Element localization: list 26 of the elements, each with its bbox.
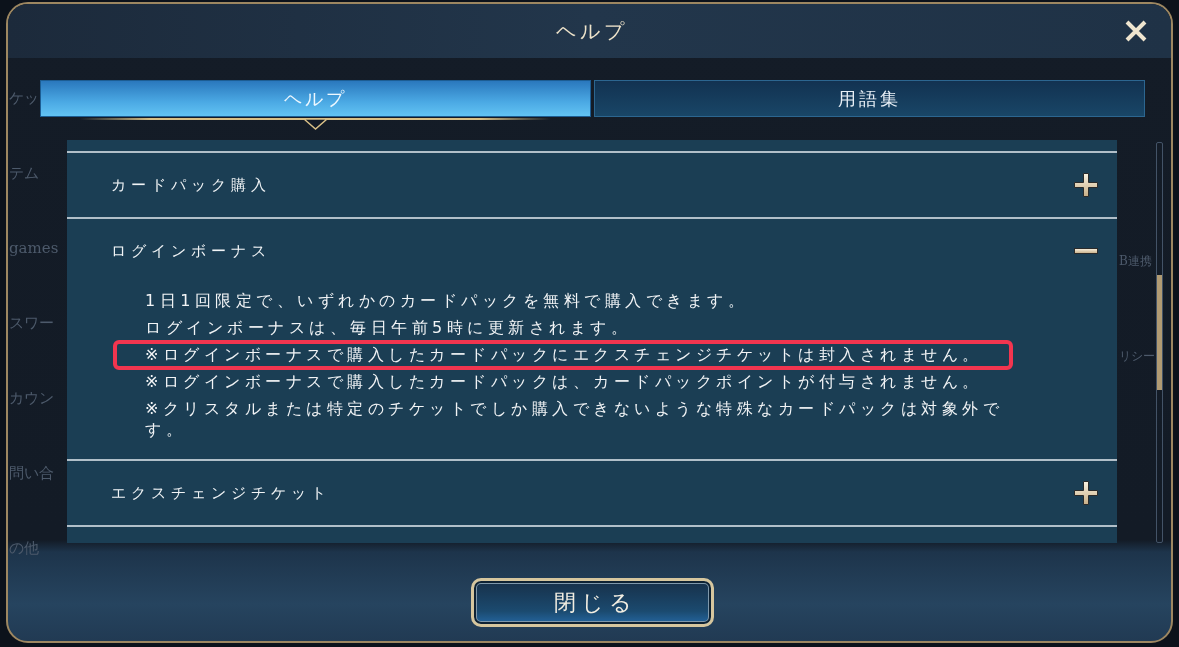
close-icon xyxy=(1124,19,1148,43)
section-title[interactable]: ログインボーナス xyxy=(111,241,271,261)
section-title[interactable]: エクスチェンジチケット xyxy=(111,483,331,503)
background-text: 問い合 xyxy=(9,463,54,482)
section-title[interactable]: カードパック購入 xyxy=(111,175,271,195)
background-text: テム xyxy=(9,163,39,182)
help-text: ※ログインボーナスで購入したカードパックにエクスチェンジチケットは封入されません。 xyxy=(145,344,984,365)
scrollbar-thumb[interactable] xyxy=(1157,275,1162,390)
help-text: 1日1回限定で、いずれかのカードパックを無料で購入できます。 xyxy=(145,290,750,311)
help-text: ※ログインボーナスで購入したカードパックは、カードパックポイントが付与されません。 xyxy=(145,371,984,392)
background-text: カウン xyxy=(9,388,54,407)
close-button[interactable]: 閉じる xyxy=(471,578,714,627)
help-text: ログインボーナスは、毎日午前5時に更新されます。 xyxy=(145,317,633,338)
background-text: ケッ xyxy=(9,88,39,107)
scrollbar[interactable] xyxy=(1156,142,1163,543)
plus-icon[interactable] xyxy=(1074,481,1098,505)
background-text: スワー xyxy=(9,313,54,332)
background-text: games xyxy=(9,238,59,257)
background-text: B連携 xyxy=(1119,254,1152,269)
minus-icon[interactable] xyxy=(1074,248,1098,254)
help-text: ※クリスタルまたは特定のチケットでしか購入できないような特殊なカードパックは対象外です。 xyxy=(145,398,1005,440)
dialog-title: ヘルプ xyxy=(554,17,628,45)
close-button[interactable] xyxy=(1124,19,1148,43)
plus-icon[interactable] xyxy=(1074,173,1098,197)
background-text: リシー xyxy=(1119,349,1155,364)
tab[interactable]: 用語集 xyxy=(594,80,1145,117)
